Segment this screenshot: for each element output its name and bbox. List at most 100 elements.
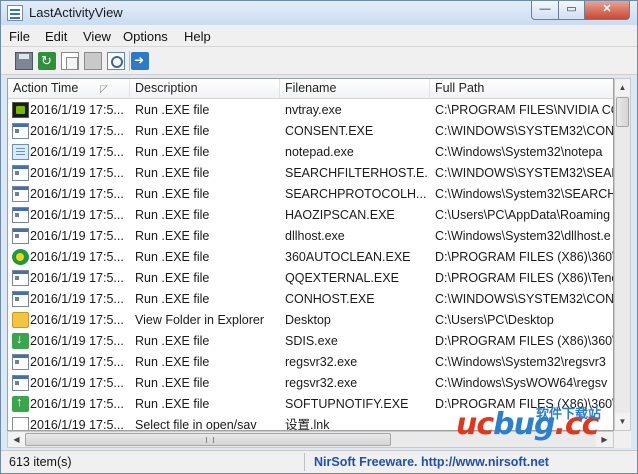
cell-description: Run .EXE file	[135, 334, 210, 348]
cell-action-time: 2016/1/19 17:5...	[30, 145, 124, 159]
title-bar[interactable]: LastActivityView — ▭ ✕	[1, 1, 637, 25]
cell-filename: HAOZIPSCAN.EXE	[285, 208, 395, 222]
exit-icon[interactable]	[131, 52, 149, 70]
table-row[interactable]: 2016/1/19 17:5... Run .EXE file notepad.ex…	[8, 142, 613, 163]
table-row[interactable]: 2016/1/19 17:5... Run .EXE file SEARCHFILT…	[8, 163, 613, 184]
find-icon[interactable]	[107, 52, 125, 70]
exe-icon	[12, 291, 29, 307]
list-rows: 2016/1/19 17:5... Run .EXE file nvtray.exe…	[8, 100, 614, 431]
vertical-scroll-thumb[interactable]	[616, 97, 629, 127]
table-row[interactable]: 2016/1/19 17:5... Run .EXE file 360AUTOCLE…	[8, 247, 613, 268]
vertical-scrollbar[interactable]: ▲ ▼	[614, 78, 631, 431]
exe-icon	[12, 228, 29, 244]
list-header: Action Time ◸ Description Filename Full …	[8, 79, 613, 99]
scroll-left-icon[interactable]: ◀	[8, 432, 25, 447]
cell-full-path: C:\Windows\SysWOW64\regsv	[435, 376, 608, 390]
cell-action-time: 2016/1/19 17:5...	[30, 103, 124, 117]
cell-action-time: 2016/1/19 17:5...	[30, 124, 124, 138]
cell-action-time: 2016/1/19 17:5...	[30, 292, 124, 306]
cell-filename: CONHOST.EXE	[285, 292, 375, 306]
app-icon	[7, 5, 23, 21]
cell-action-time: 2016/1/19 17:5...	[30, 208, 124, 222]
copy-icon[interactable]	[61, 52, 79, 70]
status-bar: 613 item(s) NirSoft Freeware. http://www…	[1, 450, 637, 473]
cell-filename: 360AUTOCLEAN.EXE	[285, 250, 411, 264]
cell-filename: SDIS.exe	[285, 334, 338, 348]
save-icon[interactable]	[15, 52, 33, 70]
cell-full-path: C:\WINDOWS\SYSTEM32\CON	[435, 292, 614, 306]
cell-description: Run .EXE file	[135, 250, 210, 264]
cell-full-path: C:\Users\PC\AppData\Roaming	[435, 208, 611, 222]
exe-icon	[12, 123, 29, 139]
table-row[interactable]: 2016/1/19 17:5... Run .EXE file SDIS.exe D:…	[8, 331, 614, 352]
nvidia-icon	[12, 102, 29, 118]
menu-help[interactable]: Help	[184, 29, 211, 44]
cell-full-path: C:\Windows\System32\notepa	[435, 145, 603, 159]
cell-filename: SEARCHPROTOCOLH...	[285, 187, 427, 201]
table-row[interactable]: 2016/1/19 17:5... Run .EXE file HAOZIPSCAN…	[8, 205, 613, 226]
update-icon	[12, 394, 29, 412]
menu-options[interactable]: Options	[123, 29, 168, 44]
close-button[interactable]: ✕	[584, 1, 630, 20]
table-row[interactable]: 2016/1/19 17:5... View Folder in Explorer…	[8, 310, 613, 331]
cell-full-path: D:\PROGRAM FILES (X86)\360\	[435, 334, 614, 348]
column-header-filename[interactable]: Filename	[280, 79, 430, 99]
exe-icon	[12, 186, 29, 202]
table-row[interactable]: 2016/1/19 17:5... Run .EXE file regsvr32.e…	[8, 352, 613, 373]
column-header-action-time[interactable]: Action Time ◸	[8, 79, 130, 99]
sdis-icon	[12, 331, 29, 349]
table-row[interactable]: 2016/1/19 17:5... Run .EXE file CONHOST.EX…	[8, 289, 614, 310]
table-row[interactable]: 2016/1/19 17:5... Run .EXE file SEARCHPROT…	[8, 184, 614, 205]
cell-filename: nvtray.exe	[285, 103, 342, 117]
cell-filename: regsvr32.exe	[285, 355, 358, 369]
menu-file[interactable]: File	[9, 29, 30, 44]
cell-action-time: 2016/1/19 17:5...	[30, 397, 124, 411]
cell-action-time: 2016/1/19 17:5...	[30, 376, 124, 390]
cell-filename: regsvr32.exe	[285, 376, 358, 390]
item-count: 613 item(s)	[9, 455, 72, 469]
notepad-icon	[12, 144, 29, 160]
cell-description: Run .EXE file	[135, 187, 210, 201]
exe-icon	[12, 270, 29, 286]
nirsoft-link[interactable]: NirSoft Freeware. http://www.nirsoft.net	[314, 455, 549, 469]
horizontal-scroll-thumb[interactable]	[25, 433, 391, 446]
exe-icon	[12, 354, 29, 370]
cell-action-time: 2016/1/19 17:5...	[30, 313, 124, 327]
cell-action-time: 2016/1/19 17:5...	[30, 187, 124, 201]
minimize-button[interactable]: —	[531, 1, 559, 20]
cell-full-path: C:\Users\PC\Desktop	[435, 313, 554, 327]
cell-filename: Desktop	[285, 313, 331, 327]
activity-list[interactable]: Action Time ◸ Description Filename Full …	[7, 78, 614, 431]
window-title: LastActivityView	[29, 5, 123, 20]
menu-bar: File Edit View Options Help	[1, 25, 637, 47]
table-row[interactable]: 2016/1/19 17:5... Run .EXE file QQEXTERNAL…	[8, 268, 613, 289]
scroll-grip-icon	[206, 437, 214, 443]
table-row[interactable]: 2016/1/19 17:5... Run .EXE file CONSENT.EX…	[8, 121, 613, 142]
refresh-icon[interactable]	[38, 52, 56, 70]
cell-description: Run .EXE file	[135, 124, 210, 138]
maximize-button[interactable]: ▭	[558, 1, 585, 20]
app-window: LastActivityView — ▭ ✕ File Edit View Op…	[0, 0, 638, 474]
column-label: Action Time	[13, 81, 79, 95]
properties-icon[interactable]	[84, 52, 102, 70]
toolbar-separator	[129, 51, 130, 71]
cell-filename: CONSENT.EXE	[285, 124, 374, 138]
table-row[interactable]: 2016/1/19 17:5... Run .EXE file nvtray.exe…	[8, 100, 614, 121]
scroll-up-icon[interactable]: ▲	[615, 79, 630, 96]
cell-description: Run .EXE file	[135, 145, 210, 159]
exe-icon	[12, 207, 29, 223]
cell-description: Run .EXE file	[135, 376, 210, 390]
table-row[interactable]: 2016/1/19 17:5... Run .EXE file dllhost.ex…	[8, 226, 613, 247]
cell-description: Run .EXE file	[135, 271, 210, 285]
cell-filename: 设置.lnk	[285, 418, 330, 431]
cell-action-time: 2016/1/19 17:5...	[30, 334, 124, 348]
cell-full-path: C:\Windows\System32\SEARCH	[435, 187, 614, 201]
table-row[interactable]: 2016/1/19 17:5... Run .EXE file regsvr32.e…	[8, 373, 613, 394]
menu-edit[interactable]: Edit	[45, 29, 67, 44]
cell-full-path: C:\PROGRAM FILES\NVIDIA CO	[435, 103, 614, 117]
column-header-description[interactable]: Description	[130, 79, 280, 99]
column-header-full-path[interactable]: Full Path	[430, 79, 613, 99]
menu-view[interactable]: View	[83, 29, 111, 44]
cell-action-time: 2016/1/19 17:5...	[30, 355, 124, 369]
sort-arrow-icon: ◸	[100, 84, 108, 95]
